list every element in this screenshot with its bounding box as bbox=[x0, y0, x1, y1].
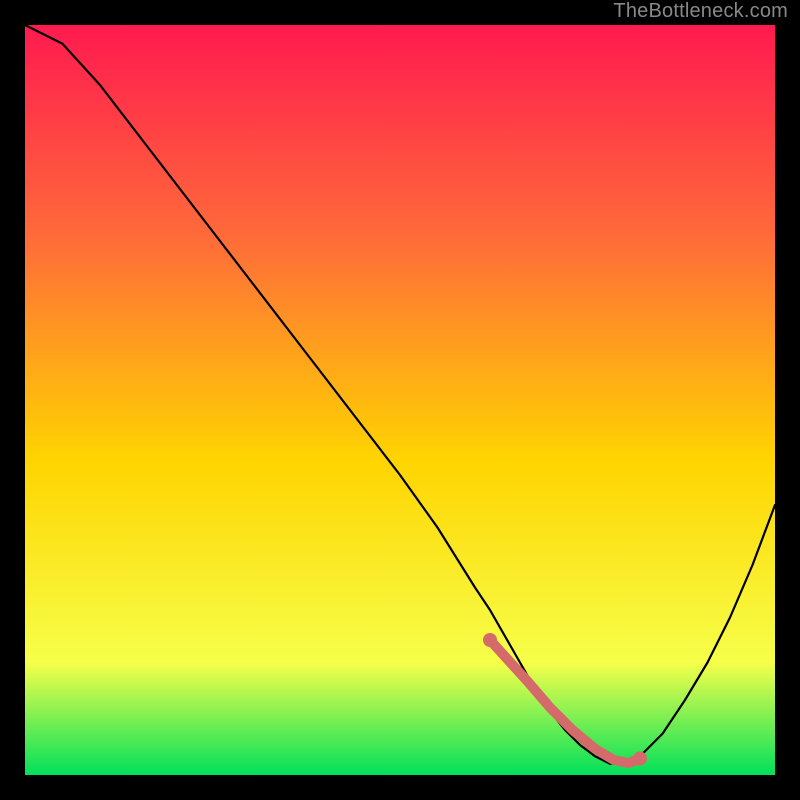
optimal-range-endpoint bbox=[483, 633, 497, 647]
gradient-background bbox=[25, 25, 775, 775]
optimal-range-endpoint bbox=[633, 752, 647, 766]
chart-frame: TheBottleneck.com bbox=[0, 0, 800, 800]
plot-area bbox=[25, 25, 775, 775]
chart-svg bbox=[25, 25, 775, 775]
watermark-text: TheBottleneck.com bbox=[613, 0, 788, 23]
